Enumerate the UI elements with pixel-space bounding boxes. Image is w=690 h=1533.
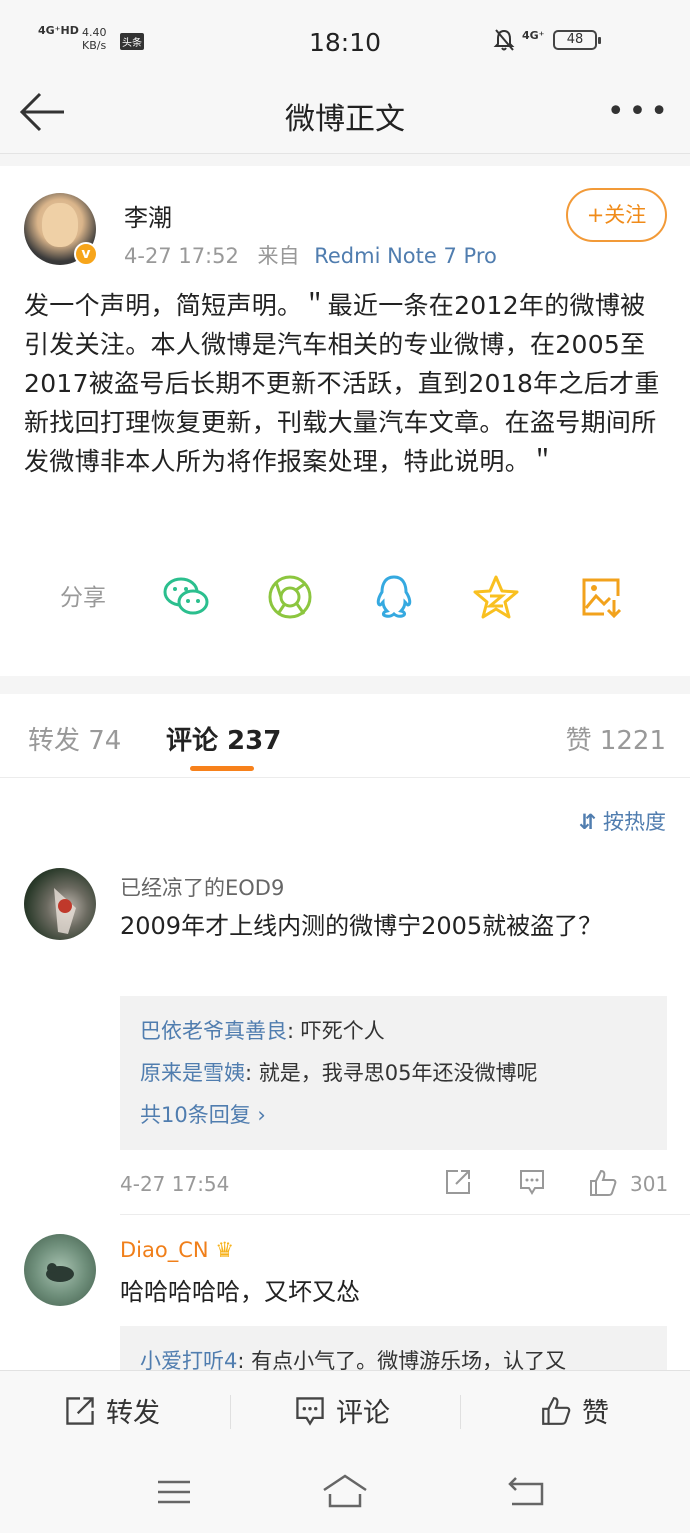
source-prefix: 来自 <box>257 244 300 268</box>
post-content: 发一个声明，简短声明。＂最近一条在2012年的微博被引发关注。本人微博是汽车相关… <box>24 291 660 476</box>
network-indicator-2: 4G⁺ <box>522 29 545 42</box>
repost-icon <box>66 1396 94 1425</box>
comment-footer: 4-27 17:54 301 <box>120 1169 669 1196</box>
reply-item: 小爱打听4: 有点小气了。微博游乐场，认了又 <box>140 1340 647 1370</box>
action-divider <box>460 1395 461 1429</box>
tab-like[interactable]: 赞 1221 <box>566 720 666 757</box>
battery-icon: 48 <box>553 30 601 50</box>
author-name[interactable]: 李潮 <box>124 198 172 233</box>
sort-button[interactable]: ⇵ 按热度 <box>579 806 666 836</box>
sort-label: 按热度 <box>603 810 666 834</box>
avatar-face <box>42 203 78 247</box>
qq-icon[interactable] <box>370 574 418 620</box>
sort-icon: ⇵ <box>578 810 597 834</box>
reply-comment-icon[interactable] <box>518 1168 546 1196</box>
back-icon[interactable] <box>506 1474 546 1510</box>
comment-button[interactable]: 评论 <box>294 1391 390 1430</box>
reply-author[interactable]: 巴依老爷真善良 <box>140 1019 287 1043</box>
reply-item: 巴依老爷真善良: 吓死个人 <box>140 1010 647 1052</box>
more-options-icon[interactable]: ••• <box>607 94 672 129</box>
comment-avatar[interactable] <box>24 868 96 940</box>
reply-text: : 就是，我寻思05年还没微博呢 <box>245 1061 538 1085</box>
qzone-icon[interactable] <box>472 574 520 620</box>
like-comment-icon[interactable] <box>588 1168 618 1198</box>
comment-label: 评论 <box>336 1398 390 1429</box>
top-nav: 微博正文 ••• <box>0 80 690 154</box>
tab-repost[interactable]: 转发 74 <box>28 720 121 757</box>
avatar-image <box>54 888 76 934</box>
menu-icon[interactable] <box>156 1474 192 1510</box>
comment-author-name: Diao_CN <box>120 1238 209 1262</box>
comment-author[interactable]: 已经凉了的EOD9 <box>120 872 284 902</box>
repost-button[interactable]: 转发 <box>64 1391 160 1430</box>
post-card: v 李潮 4-27 17:52 来自 Redmi Note 7 Pro +关注 … <box>0 166 690 676</box>
avatar-image <box>46 1263 74 1282</box>
comment-text: 哈哈哈哈哈，又坏又怂 <box>120 1278 360 1306</box>
post-tabs: 转发 74 评论 237 赞 1221 <box>0 694 690 778</box>
reply-text: : 有点小气了。微博游乐场，认了又 <box>237 1349 567 1370</box>
action-divider <box>230 1395 231 1429</box>
share-bar: 分享 <box>0 564 690 628</box>
tab-comment[interactable]: 评论 237 <box>166 720 281 757</box>
follow-button[interactable]: +关注 <box>566 188 667 242</box>
comment-list: ⇵ 按热度 已经凉了的EOD9 2009年才上线内测的微博宁2005就被盗了？ … <box>0 778 690 1370</box>
comment-avatar[interactable] <box>24 1234 96 1306</box>
like-icon <box>542 1396 571 1425</box>
like-button[interactable]: 赞 <box>540 1391 609 1430</box>
comment-text: 2009年才上线内测的微博宁2005就被盗了？ <box>120 912 603 940</box>
crown-icon: ♛ <box>215 1238 235 1262</box>
share-label: 分享 <box>60 585 106 611</box>
reply-box[interactable]: 巴依老爷真善良: 吓死个人 原来是雪姨: 就是，我寻思05年还没微博呢 共10条… <box>120 996 667 1150</box>
verified-badge-icon: v <box>74 242 98 266</box>
more-replies-link[interactable]: 共10条回复 › <box>140 1094 647 1136</box>
repost-label: 转发 <box>106 1398 160 1429</box>
status-bar: 4G⁺HD 4.40 KB/s 头条 18:10 4G⁺ 48 <box>0 0 690 80</box>
bottom-action-bar: 转发 评论 赞 <box>0 1370 690 1456</box>
reply-author[interactable]: 小爱打听4 <box>140 1349 237 1370</box>
comment-author[interactable]: Diao_CN ♛ <box>120 1238 234 1262</box>
moments-icon[interactable] <box>266 574 314 620</box>
comment-time: 4-27 17:54 <box>120 1172 230 1196</box>
save-image-icon[interactable] <box>578 574 626 620</box>
reply-box[interactable]: 小爱打听4: 有点小气了。微博游乐场，认了又 <box>120 1326 667 1370</box>
system-nav-bar <box>0 1456 690 1533</box>
mute-bell-icon <box>493 29 515 51</box>
post-source[interactable]: Redmi Note 7 Pro <box>314 244 497 268</box>
page-title: 微博正文 <box>285 102 405 137</box>
wechat-icon[interactable] <box>162 574 210 620</box>
reply-text: : 吓死个人 <box>287 1019 385 1043</box>
post-date: 4-27 17:52 <box>124 244 239 268</box>
like-label: 赞 <box>582 1398 609 1429</box>
like-count: 301 <box>630 1172 669 1196</box>
repost-comment-icon[interactable] <box>444 1168 472 1196</box>
post-meta: 4-27 17:52 来自 Redmi Note 7 Pro <box>124 240 497 270</box>
comment-icon <box>296 1396 324 1426</box>
home-icon[interactable] <box>322 1474 368 1510</box>
reply-author[interactable]: 原来是雪姨 <box>140 1061 245 1085</box>
active-tab-indicator <box>190 766 254 771</box>
reply-item: 原来是雪姨: 就是，我寻思05年还没微博呢 <box>140 1052 647 1094</box>
comment-divider <box>120 1214 690 1215</box>
